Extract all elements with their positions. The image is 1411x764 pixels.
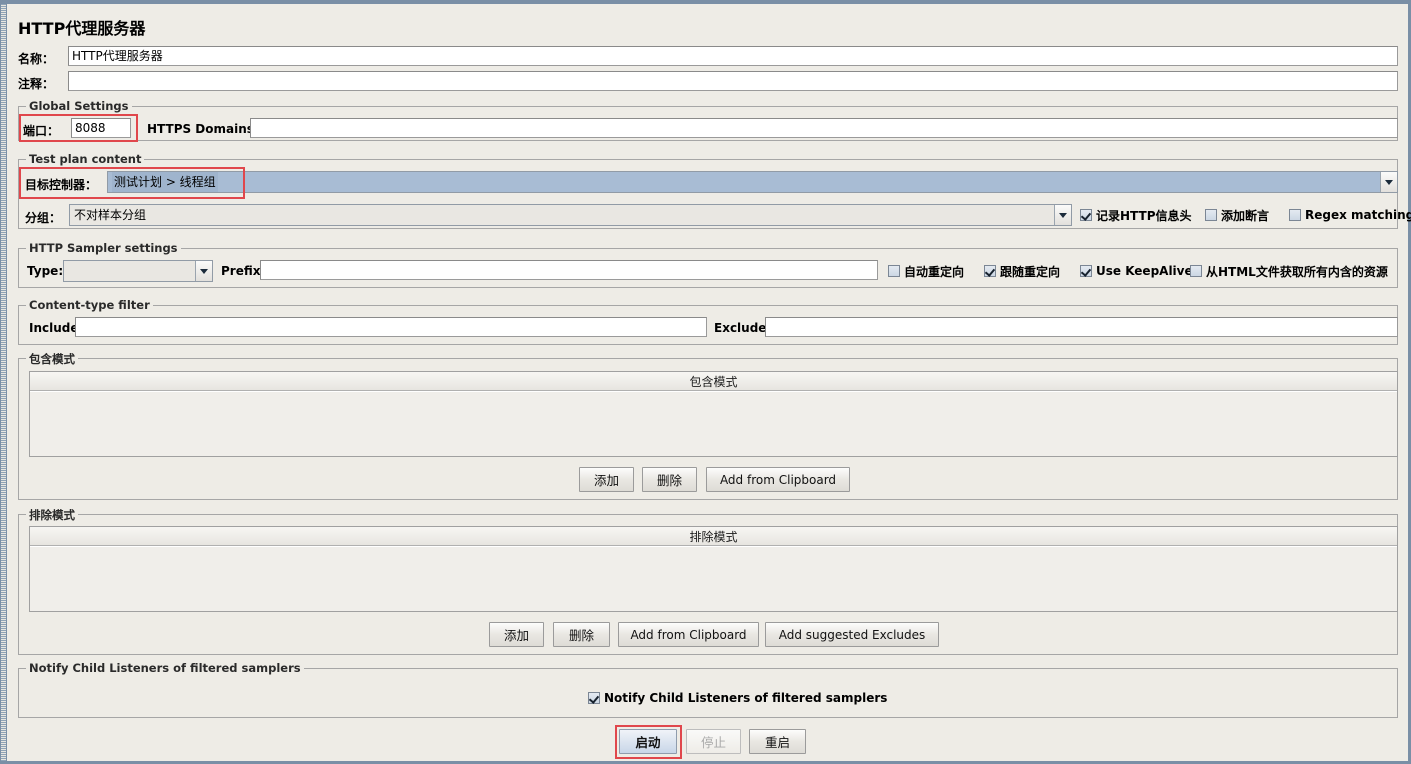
exclude-add-suggested-button[interactable]: Add suggested Excludes — [765, 622, 939, 647]
exclude-delete-button[interactable]: 删除 — [553, 622, 610, 647]
checkmark-icon — [984, 265, 996, 277]
checkbox-label: Use KeepAlive — [1096, 264, 1193, 278]
checkbox-label: Regex matching — [1305, 208, 1411, 222]
exclude-patterns-table[interactable]: 排除模式 — [29, 526, 1398, 612]
grouping-combo[interactable]: 不对样本分组 — [69, 204, 1072, 226]
http-sampler-settings-title: HTTP Sampler settings — [26, 241, 181, 255]
comment-input[interactable] — [68, 71, 1398, 91]
include-patterns-table[interactable]: 包含模式 — [29, 371, 1398, 457]
target-controller-value: 测试计划 > 线程组 — [108, 172, 1380, 192]
checkmark-icon — [1080, 265, 1092, 277]
include-input[interactable] — [75, 317, 707, 337]
checkbox-notify-child-listeners[interactable]: Notify Child Listeners of filtered sampl… — [588, 689, 887, 707]
exclude-patterns-title: 排除模式 — [26, 507, 78, 523]
checkbox-label: 自动重定向 — [904, 264, 965, 279]
exclude-input[interactable] — [765, 317, 1398, 337]
proxy-config-panel: HTTP代理服务器 名称： HTTP代理服务器 注释： Global Setti… — [7, 4, 1411, 761]
checkbox-label: 添加断言 — [1221, 208, 1270, 223]
exclude-add-button[interactable]: 添加 — [489, 622, 544, 647]
checkbox-add-assertions[interactable]: 添加断言 — [1205, 206, 1269, 224]
comment-label: 注释： — [18, 77, 55, 91]
target-controller-combo[interactable]: 测试计划 > 线程组 — [107, 171, 1398, 193]
name-input[interactable]: HTTP代理服务器 — [68, 46, 1398, 66]
checkbox-label: 从HTML文件获取所有内含的资源 — [1206, 264, 1388, 279]
type-value — [64, 261, 195, 281]
prefix-input[interactable] — [260, 260, 878, 280]
chevron-down-icon[interactable] — [195, 261, 212, 281]
include-patterns-table-body[interactable] — [30, 391, 1397, 456]
checkbox-regex-matching[interactable]: Regex matching — [1289, 206, 1411, 224]
checkbox-record-http-headers[interactable]: 记录HTTP信息头 — [1080, 206, 1192, 224]
type-label: Type: — [27, 264, 64, 278]
prefix-label: Prefix: — [221, 264, 266, 278]
page-title: HTTP代理服务器 — [18, 19, 146, 38]
checkbox-follow-redirect[interactable]: 跟随重定向 — [984, 262, 1060, 280]
proxy-server-window: HTTP代理服务器 名称： HTTP代理服务器 注释： Global Setti… — [0, 0, 1411, 764]
checkmark-icon — [588, 692, 600, 704]
global-settings-title: Global Settings — [26, 99, 132, 113]
restart-button[interactable]: 重启 — [749, 729, 806, 754]
include-delete-button[interactable]: 删除 — [642, 467, 697, 492]
name-label: 名称： — [18, 52, 55, 66]
target-controller-label: 目标控制器： — [25, 178, 98, 192]
exclude-label: Exclude: — [714, 321, 772, 335]
checkbox-box-icon — [888, 265, 900, 277]
type-combo[interactable] — [63, 260, 213, 282]
start-button[interactable]: 启动 — [619, 729, 677, 754]
checkbox-retrieve-embedded-resources[interactable]: 从HTML文件获取所有内含的资源 — [1190, 262, 1388, 280]
checkbox-label: Notify Child Listeners of filtered sampl… — [604, 691, 888, 705]
chevron-down-icon[interactable] — [1380, 172, 1397, 192]
include-add-button[interactable]: 添加 — [579, 467, 634, 492]
include-add-from-clipboard-button[interactable]: Add from Clipboard — [706, 467, 850, 492]
checkbox-label: 记录HTTP信息头 — [1096, 208, 1192, 223]
https-domains-label: HTTPS Domains : — [147, 122, 263, 136]
exclude-add-from-clipboard-button[interactable]: Add from Clipboard — [618, 622, 759, 647]
checkbox-label: 跟随重定向 — [1000, 264, 1061, 279]
include-patterns-title: 包含模式 — [26, 351, 78, 367]
checkbox-auto-redirect[interactable]: 自动重定向 — [888, 262, 964, 280]
chevron-down-icon[interactable] — [1054, 205, 1071, 225]
name-row: 名称： HTTP代理服务器 — [18, 46, 1398, 68]
stop-button: 停止 — [686, 729, 741, 754]
content-type-filter-title: Content-type filter — [26, 298, 153, 312]
test-plan-content-title: Test plan content — [26, 152, 145, 166]
notify-child-listeners-title: Notify Child Listeners of filtered sampl… — [26, 661, 304, 675]
checkbox-box-icon — [1190, 265, 1202, 277]
https-domains-input[interactable] — [250, 118, 1398, 138]
include-patterns-column-header: 包含模式 — [30, 372, 1397, 391]
port-input[interactable]: 8088 — [71, 118, 131, 138]
checkmark-icon — [1080, 209, 1092, 221]
checkbox-use-keepalive[interactable]: Use KeepAlive — [1080, 262, 1193, 280]
checkbox-box-icon — [1205, 209, 1217, 221]
port-label: 端口： — [23, 124, 60, 138]
exclude-patterns-table-body[interactable] — [30, 546, 1397, 611]
exclude-patterns-column-header: 排除模式 — [30, 527, 1397, 546]
grouping-label: 分组： — [25, 211, 62, 225]
window-inner: HTTP代理服务器 名称： HTTP代理服务器 注释： Global Setti… — [1, 4, 1411, 761]
checkbox-box-icon — [1289, 209, 1301, 221]
comment-row: 注释： — [18, 71, 1398, 93]
window-left-edge-texture — [1, 4, 6, 761]
grouping-value: 不对样本分组 — [70, 205, 1054, 225]
